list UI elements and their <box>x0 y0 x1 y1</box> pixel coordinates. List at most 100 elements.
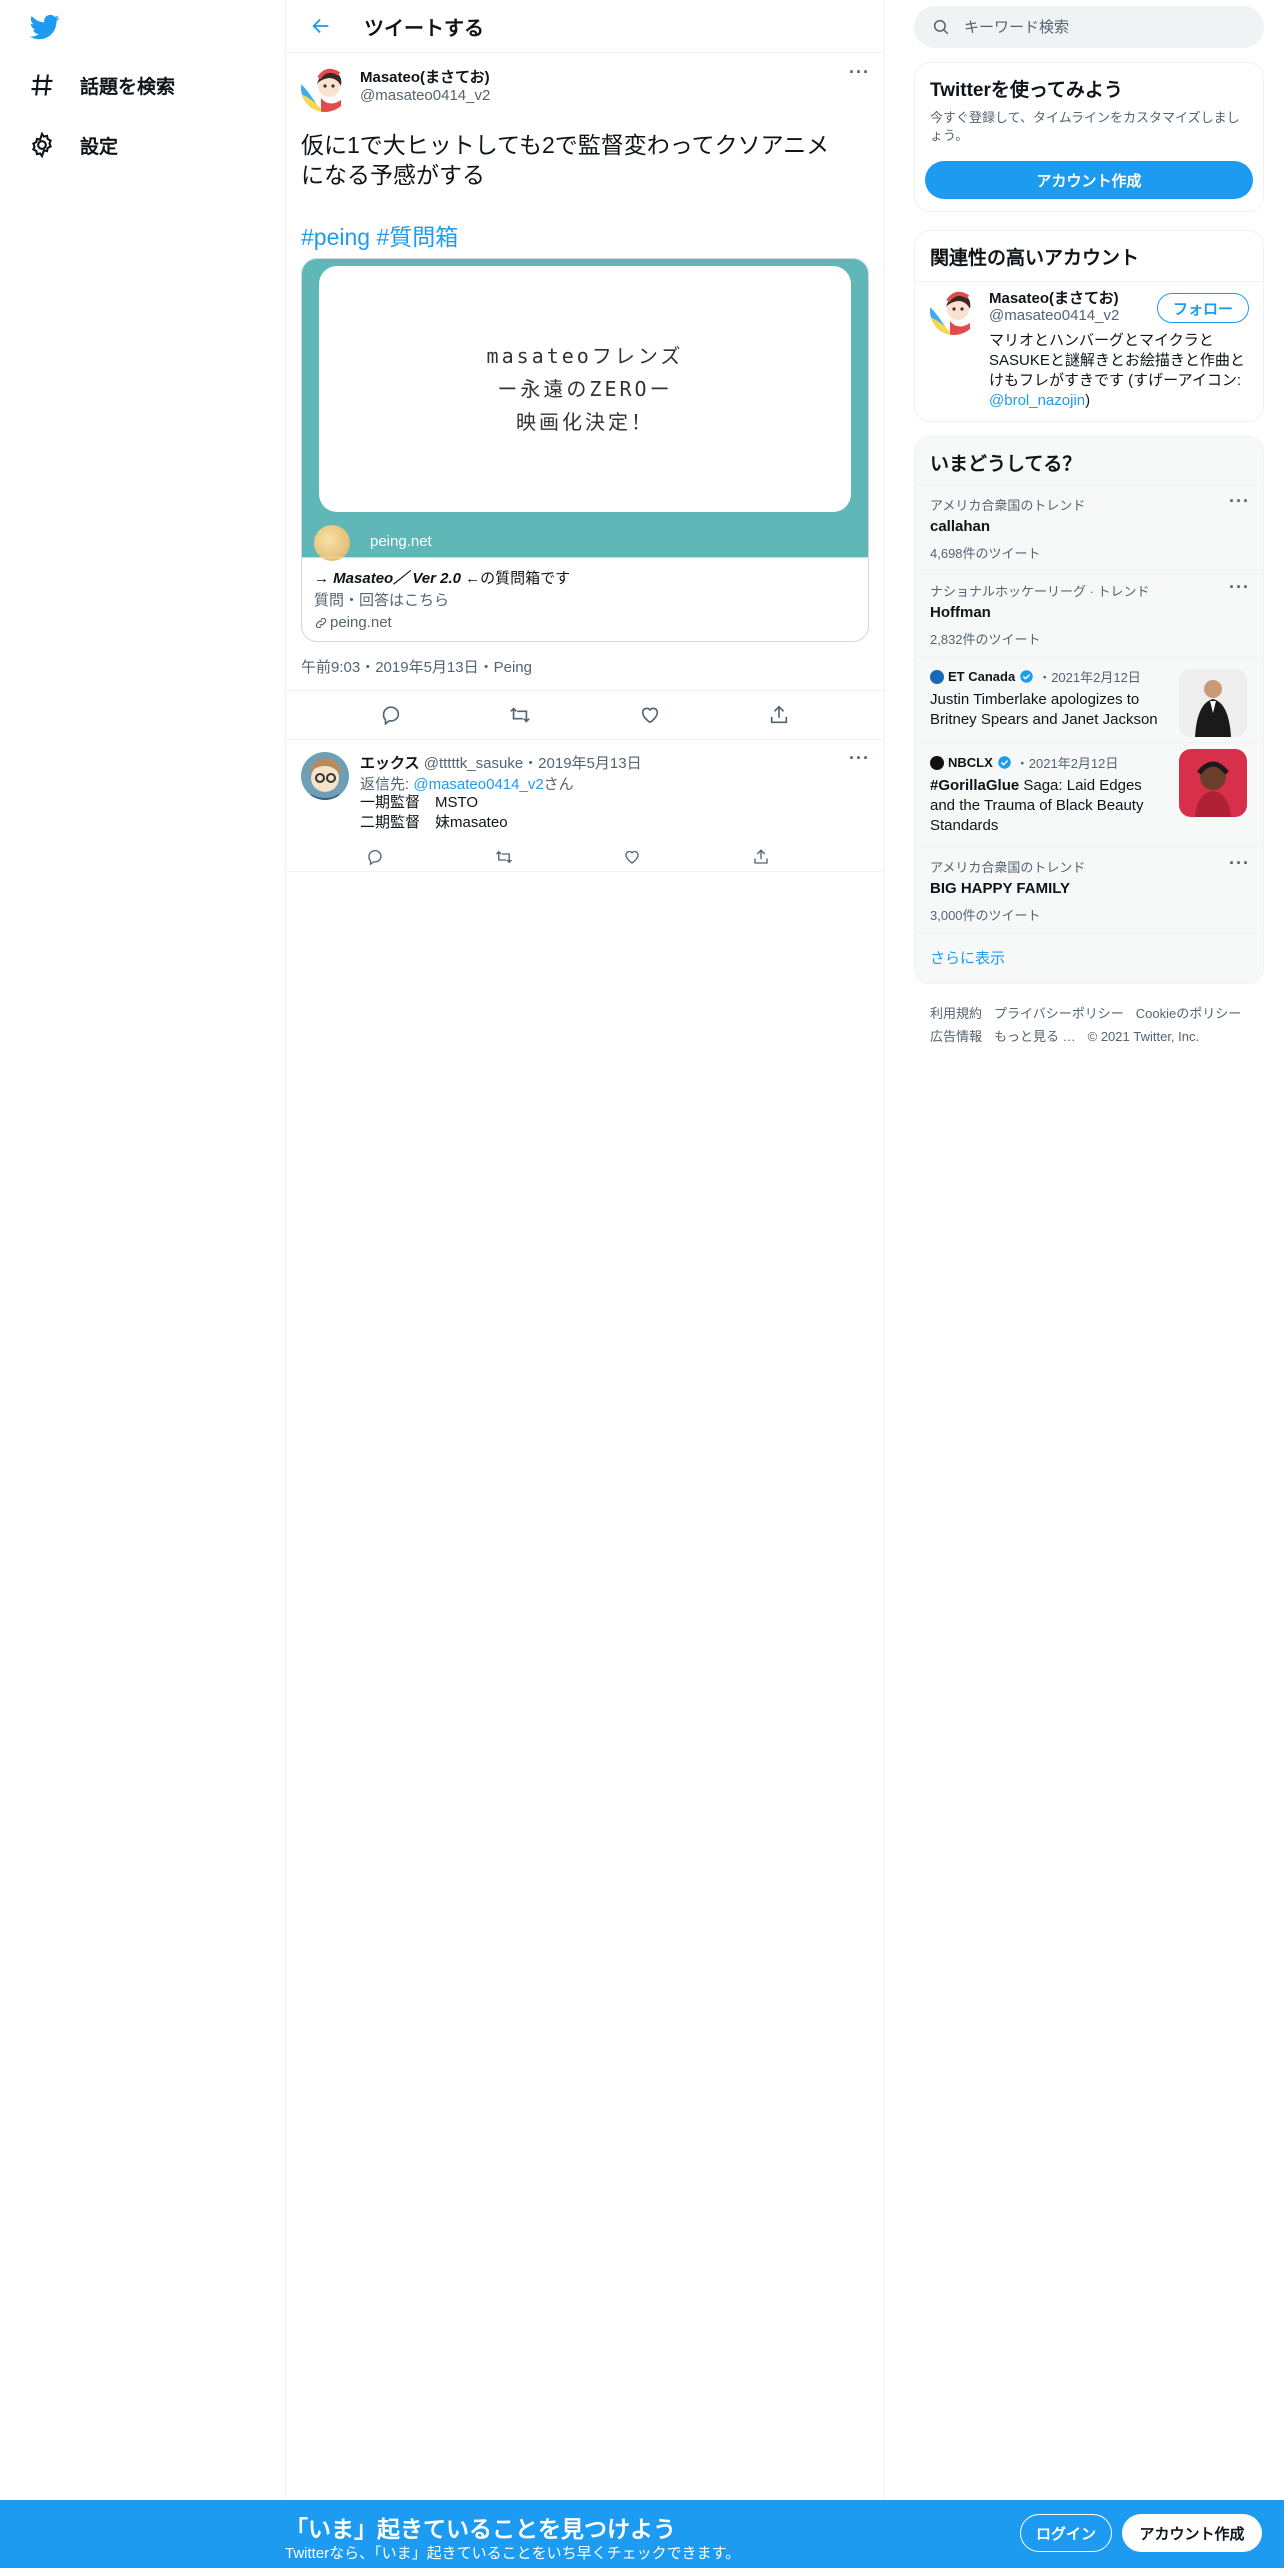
replying-to-suffix: さん <box>543 776 574 793</box>
reply-date[interactable]: ・2019年5月13日 <box>523 755 641 772</box>
footer-link-ads[interactable]: 広告情報 <box>930 1029 982 1044</box>
trend-more-icon[interactable]: ··· <box>1229 491 1250 512</box>
reply-like-button[interactable] <box>615 840 649 874</box>
signup-button[interactable]: アカウント作成 <box>1122 2514 1262 2552</box>
related-handle[interactable]: @masateo0414_v2 <box>989 307 1119 324</box>
reply-tweet[interactable]: エックス @tttttk_sasuke・2019年5月13日 ··· 返信先: … <box>286 740 884 872</box>
more-options-icon[interactable]: ··· <box>849 62 870 83</box>
reply-reply-button[interactable] <box>358 840 392 874</box>
retweet-button[interactable] <box>503 698 537 732</box>
news-item[interactable]: ET Canada ・2021年2月12日 Justin Timberlake … <box>915 656 1263 742</box>
tweet-text-line-1: 仮に1で大ヒットしても2で監督変わってクソアニメ <box>301 132 830 158</box>
verified-icon <box>998 756 1011 769</box>
bottom-bar-title: 「いま」起きていることを見つけよう <box>285 2516 676 2542</box>
back-button[interactable] <box>306 11 336 41</box>
reply-more-options-icon[interactable]: ··· <box>849 748 870 769</box>
related-bio-link[interactable]: @brol_nazojin <box>989 392 1085 409</box>
tweet-timestamp[interactable]: 午前9:03・2019年5月13日・Peing <box>301 656 532 677</box>
author-name[interactable]: Masateo(まさてお) <box>360 66 490 87</box>
card-domain-text: peing.net <box>330 614 392 631</box>
follow-button[interactable]: フォロー <box>1157 293 1249 323</box>
share-icon <box>754 849 768 864</box>
related-bio-end: ) <box>1085 392 1091 409</box>
replying-to-link[interactable]: @masateo0414_v2 <box>413 776 543 793</box>
related-avatar[interactable] <box>930 287 978 335</box>
reply-header: エックス @tttttk_sasuke・2019年5月13日 <box>360 752 642 773</box>
trend-more-icon[interactable]: ··· <box>1229 853 1250 874</box>
news-source: NBCLX <box>948 755 993 770</box>
create-account-button[interactable]: アカウント作成 <box>925 161 1253 199</box>
footer-links: 利用規約 プライバシーポリシー Cookieのポリシー 広告情報 もっと見る … © 2… <box>930 1002 1260 1048</box>
like-button[interactable] <box>633 698 667 732</box>
bottom-bar-subtitle: Twitterなら、「いま」起きていることをいち早くチェックできます。 <box>285 2545 741 2562</box>
trend-item[interactable]: ナショナルホッケーリーグ · トレンド Hoffman 2,832件のツイート … <box>915 570 1263 656</box>
news-item[interactable]: NBCLX ・2021年2月12日 #GorillaGlue Saga: Lai… <box>915 742 1263 846</box>
news-date: ・2021年2月12日 <box>1038 670 1141 685</box>
card-image-text-3: 映画化決定！ <box>516 409 654 434</box>
heart-icon <box>641 707 658 724</box>
share-button[interactable] <box>762 698 796 732</box>
trend-context: アメリカ合衆国のトレンド <box>930 860 1086 875</box>
card-domain: peing.net <box>314 612 856 634</box>
footer-link-terms[interactable]: 利用規約 <box>930 1006 982 1021</box>
footer-link-cookies[interactable]: Cookieのポリシー <box>1136 1006 1241 1021</box>
show-more-row[interactable]: さらに表示 <box>915 932 1263 983</box>
trends-title: いまどうしてる？ <box>930 454 1082 475</box>
gear-icon <box>32 131 52 159</box>
show-more-link[interactable]: さらに表示 <box>930 947 1248 968</box>
trend-title: BIG HAPPY FAMILY <box>930 880 1071 897</box>
reply-author-handle[interactable]: @tttttk_sasuke <box>424 755 523 772</box>
replying-to-prefix: 返信先: <box>360 776 414 793</box>
nbclx-logo-icon <box>930 755 944 770</box>
card-title-suffix: ←の質問箱です <box>461 570 571 587</box>
card-title-bold: Masateo／ Ver 2.0 <box>333 570 462 587</box>
twitter-logo-icon[interactable] <box>28 12 62 42</box>
reply-author-name[interactable]: エックス <box>360 755 420 772</box>
primary-column: ツイートする Masateo(まさてお) @masateo0414_v2 ···… <box>285 0 885 2500</box>
footer-link-more[interactable]: もっと見る … <box>994 1029 1076 1044</box>
author-handle[interactable]: @masateo0414_v2 <box>360 87 490 104</box>
footer-link-privacy[interactable]: プライバシーポリシー <box>994 1006 1124 1021</box>
news-thumbnail <box>1179 669 1247 737</box>
link-icon <box>315 617 327 629</box>
tweet-text: 仮に1で大ヒットしても2で監督変わってクソアニメ になる予感がする <box>301 130 871 190</box>
page-title: ツイートする <box>364 17 484 40</box>
card-image-text-1: masateoフレンズ <box>486 343 684 368</box>
nav-explore[interactable]: 話題を検索 <box>28 65 175 105</box>
reply-share-button[interactable] <box>744 840 778 874</box>
reply-button[interactable] <box>374 698 408 732</box>
login-button[interactable]: ログイン <box>1020 2514 1112 2552</box>
search-box[interactable] <box>914 6 1264 48</box>
trend-item[interactable]: アメリカ合衆国のトレンド BIG HAPPY FAMILY 3,000件のツイー… <box>915 846 1263 932</box>
news-thumbnail <box>1179 749 1247 817</box>
hashtag-icon <box>31 74 53 96</box>
nav-settings[interactable]: 設定 <box>28 125 118 165</box>
card-image-site: peing.net <box>370 533 432 550</box>
reply-text-line-2: 二期監督 妹masateo <box>360 814 508 831</box>
news-headline: #GorillaGlue Saga: Laid Edges and the Tr… <box>930 776 1170 836</box>
related-accounts-panel: 関連性の高いアカウント Masateo(まさてお) @masateo0414_v… <box>914 230 1264 422</box>
signup-title: Twitterを使ってみよう <box>930 80 1123 101</box>
tweet-hashtags[interactable]: #peing #質問箱 <box>301 218 458 252</box>
trends-panel: いまどうしてる？ アメリカ合衆国のトレンド callahan 4,698件のツイ… <box>914 436 1264 984</box>
search-icon <box>933 19 949 35</box>
tweet-actions <box>286 690 884 740</box>
trend-title: Hoffman <box>930 604 991 621</box>
reply-retweet-button[interactable] <box>487 840 521 874</box>
trend-item[interactable]: アメリカ合衆国のトレンド callahan 4,698件のツイート ··· <box>915 484 1263 570</box>
reply-author-avatar[interactable] <box>301 752 349 800</box>
signup-bottom-bar: 「いま」起きていることを見つけよう Twitterなら、「いま」起きていることを… <box>0 2500 1284 2568</box>
left-navigation: 話題を検索 設定 <box>0 0 285 2500</box>
share-icon <box>771 705 788 724</box>
trend-context: アメリカ合衆国のトレンド <box>930 498 1086 513</box>
link-card[interactable]: masateoフレンズ ー永遠のZEROー 映画化決定！ peing.net →… <box>301 258 869 642</box>
trend-more-icon[interactable]: ··· <box>1229 577 1250 598</box>
search-input[interactable] <box>964 18 1224 36</box>
verified-icon <box>1020 670 1033 683</box>
related-name[interactable]: Masateo(まさてお) <box>989 287 1119 308</box>
author-avatar[interactable] <box>301 64 349 112</box>
card-image-text-2: ー永遠のZEROー <box>497 376 673 401</box>
trend-count: 3,000件のツイート <box>930 908 1041 923</box>
retweet-icon <box>495 850 512 864</box>
reply-icon <box>368 849 382 866</box>
